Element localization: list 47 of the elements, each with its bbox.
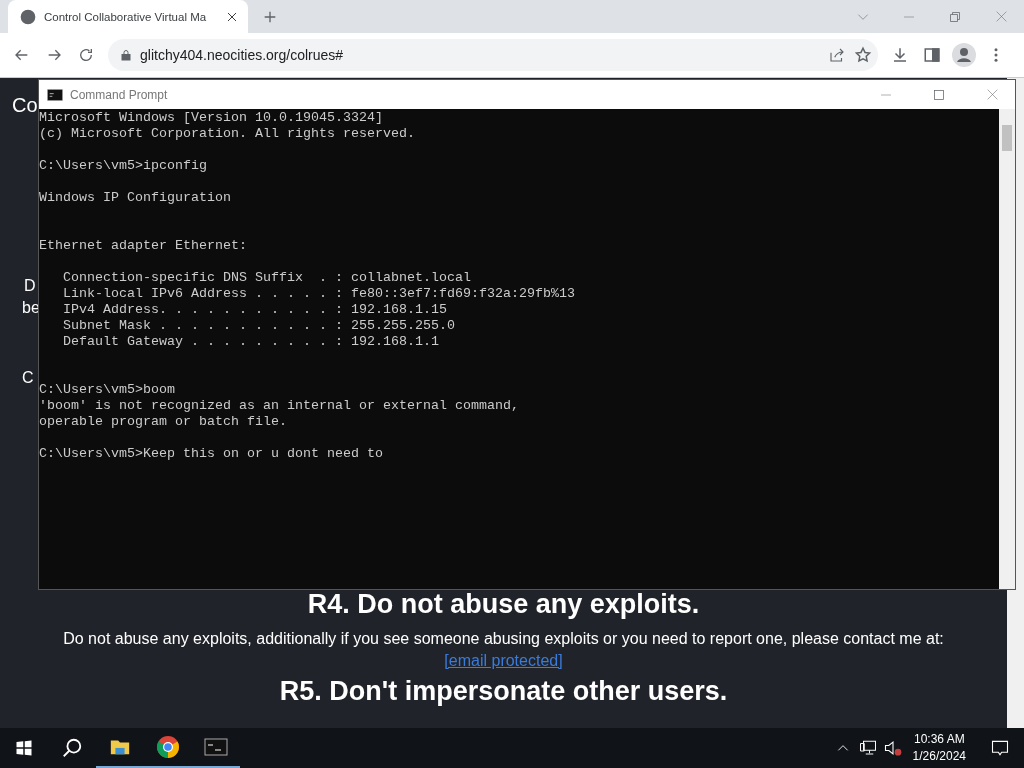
browser-tab[interactable]: Control Collaborative Virtual Ma [8, 0, 248, 33]
clock-time[interactable]: 10:36 AM [913, 731, 965, 748]
rule-heading: R4. Do not abuse any exploits. [307, 589, 700, 620]
window-title: Command Prompt [70, 87, 168, 102]
console-line: Default Gateway . . . . . . . . . : 192.168.1.1 [62, 334, 440, 350]
network-icon[interactable] [858, 739, 877, 757]
console-line: Link-local IPv6 Address . . . . . : fe80::3ef7:fd69:f32a:29fb%13 [62, 286, 576, 302]
star-icon[interactable] [854, 46, 872, 64]
console-line: IPv4 Address. . . . . . . . . . . : 192.168.1.15 [62, 302, 448, 318]
notification-icon[interactable] [990, 738, 1010, 758]
page-text: D [24, 277, 36, 295]
console-line: C:\Users\vm5>boom [39, 382, 176, 398]
console-line: C:\Users\vm5>Keep this on or u dont need to [39, 446, 384, 462]
page-heading: Co [12, 94, 38, 117]
console-line: (c) Microsoft Corporation. All rights reserved. [39, 126, 416, 142]
download-icon[interactable] [891, 46, 909, 64]
chrome-icon[interactable] [156, 735, 180, 759]
console-icon [47, 86, 63, 103]
console-line: operable program or batch file. [39, 414, 288, 430]
forward-icon[interactable] [46, 47, 62, 63]
console-icon[interactable] [204, 735, 228, 759]
search-icon[interactable] [61, 737, 83, 759]
address-bar[interactable]: glitchy404.neocities.org/colrues# [108, 39, 878, 71]
console-line: 'boom' is not recognized as an internal or external command, [39, 398, 520, 414]
console-line: Microsoft Windows [Version 10.0.19045.3324] [39, 110, 384, 126]
console-line: Connection-specific DNS Suffix . : collabnet.local [62, 270, 472, 286]
console-scrollbar[interactable] [999, 109, 1015, 589]
rule-text: Do not abuse any exploits, additionally if you see someone abusing exploits or you need to report one, please contact me at: [63, 630, 944, 648]
back-icon[interactable] [14, 47, 30, 63]
email-link[interactable]: [email protected] [444, 652, 563, 670]
rule-heading: R5. Don't impersonate other users. [279, 676, 728, 707]
maximize-icon[interactable] [933, 88, 945, 101]
lock-icon [120, 49, 132, 61]
console-line: Ethernet adapter Ethernet: [39, 238, 248, 254]
restore-icon[interactable] [949, 10, 961, 23]
side-panel-icon[interactable] [923, 46, 941, 64]
avatar-icon[interactable] [952, 43, 976, 67]
windows-icon[interactable] [15, 739, 33, 757]
close-icon[interactable] [226, 10, 238, 23]
console-line: C:\Users\vm5>ipconfig [39, 158, 208, 174]
clock-date[interactable]: 1/26/2024 [912, 748, 966, 765]
console-line: Subnet Mask . . . . . . . . . . . : 255.255.255.0 [62, 318, 456, 334]
page-text: C [22, 369, 34, 387]
reload-icon[interactable] [78, 47, 94, 63]
console-line: Windows IP Configuration [39, 190, 232, 206]
share-icon[interactable] [828, 46, 846, 64]
muted-speaker-icon[interactable] [882, 738, 903, 758]
